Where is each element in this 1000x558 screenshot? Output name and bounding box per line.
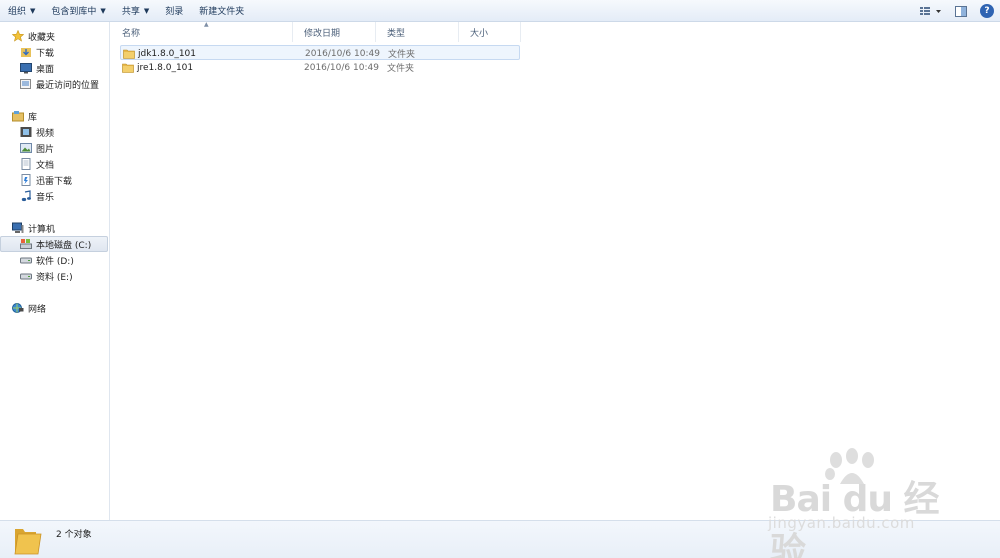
video-library-icon <box>20 126 32 138</box>
column-date-modified[interactable]: 修改日期 <box>293 22 376 42</box>
nav-item-pictures[interactable]: 图片 <box>0 140 54 156</box>
details-view-icon <box>920 7 941 15</box>
nav-item-label: 文档 <box>36 160 55 171</box>
pictures-library-icon <box>20 142 32 154</box>
column-type-label: 类型 <box>387 28 406 39</box>
file-name: jre1.8.0_101 <box>137 62 194 73</box>
nav-item-recent-places[interactable]: 最近访问的位置 <box>0 76 99 92</box>
chevron-down-icon: ▼ <box>30 6 36 15</box>
nav-item-documents[interactable]: 文档 <box>0 156 54 172</box>
nav-item-label: 迅雷下载 <box>36 176 73 187</box>
column-size-label: 大小 <box>470 28 489 39</box>
nav-item-videos[interactable]: 视频 <box>0 124 54 140</box>
nav-item-label: 桌面 <box>36 64 55 75</box>
nav-item-drive-d[interactable]: 软件 (D:) <box>0 252 74 268</box>
nav-item-downloads[interactable]: 下载 <box>0 44 54 60</box>
file-list-pane: ▲ 名称 修改日期 类型 大小 jdk1.8.0_101 2016/10/6 1… <box>111 21 1000 520</box>
library-icon <box>12 110 24 122</box>
thunder-download-icon <box>20 174 32 186</box>
computer-icon <box>12 222 24 234</box>
nav-libraries-label: 库 <box>28 112 38 123</box>
desktop-icon <box>20 62 32 74</box>
file-name: jdk1.8.0_101 <box>138 48 197 59</box>
documents-library-icon <box>20 158 32 170</box>
share-button[interactable]: 共享 ▼ <box>114 0 157 22</box>
new-folder-button[interactable]: 新建文件夹 <box>191 0 252 22</box>
star-icon <box>12 30 24 42</box>
preview-pane-icon <box>955 5 967 17</box>
nav-item-label: 下载 <box>36 48 55 59</box>
chevron-down-icon: ▼ <box>100 6 106 15</box>
details-pane: 2 个对象 <box>0 520 1000 558</box>
item-count: 2 个对象 <box>56 530 92 540</box>
drive-icon <box>20 270 32 282</box>
nav-network-label: 网络 <box>28 304 47 315</box>
nav-item-label: 本地磁盘 (C:) <box>36 240 92 251</box>
column-header: ▲ 名称 修改日期 类型 大小 <box>111 21 521 42</box>
nav-item-label: 资料 (E:) <box>36 272 73 283</box>
nav-computer-label: 计算机 <box>28 224 56 235</box>
file-modified: 2016/10/6 10:49 <box>304 62 379 73</box>
include-in-library-button[interactable]: 包含到库中 ▼ <box>43 0 113 22</box>
preview-pane-button[interactable] <box>946 0 976 22</box>
nav-libraries[interactable]: 库 <box>0 108 37 124</box>
nav-network[interactable]: 网络 <box>0 300 46 316</box>
burn-label: 刻录 <box>165 7 184 17</box>
column-size[interactable]: 大小 <box>459 22 521 42</box>
navigation-pane: 收藏夹 下载 桌面 最近访问的位置 库 视频 图片 文档 迅雷下载 音乐 计算机… <box>0 22 110 520</box>
nav-item-label: 视频 <box>36 128 55 139</box>
new-folder-label: 新建文件夹 <box>199 7 245 17</box>
nav-favorites-label: 收藏夹 <box>28 32 56 43</box>
nav-item-drive-e[interactable]: 资料 (E:) <box>0 268 73 284</box>
column-name-label: 名称 <box>122 28 141 39</box>
file-row-jdk[interactable]: jdk1.8.0_101 2016/10/6 10:49 文件夹 <box>120 45 520 60</box>
organize-label: 组织 <box>8 7 27 17</box>
column-type[interactable]: 类型 <box>376 22 459 42</box>
system-drive-icon <box>20 238 32 250</box>
command-bar: 组织 ▼ 包含到库中 ▼ 共享 ▼ 刻录 新建文件夹 ? <box>0 0 1000 22</box>
organize-button[interactable]: 组织 ▼ <box>0 0 43 22</box>
nav-item-label: 最近访问的位置 <box>36 80 100 91</box>
change-view-button[interactable] <box>916 0 946 22</box>
nav-item-thunder-downloads[interactable]: 迅雷下载 <box>0 172 72 188</box>
chevron-down-icon: ▼ <box>143 6 150 15</box>
share-label: 共享 <box>121 7 140 17</box>
folder-icon <box>122 60 134 75</box>
network-icon <box>12 302 24 314</box>
column-date-modified-label: 修改日期 <box>304 28 341 39</box>
file-type: 文件夹 <box>388 50 416 60</box>
file-type: 文件夹 <box>387 64 415 74</box>
include-library-label: 包含到库中 <box>51 7 97 17</box>
music-library-icon <box>20 190 32 202</box>
nav-item-music[interactable]: 音乐 <box>0 188 54 204</box>
nav-item-label: 软件 (D:) <box>36 256 74 267</box>
recent-places-icon <box>20 78 32 90</box>
nav-item-local-disk-c[interactable]: 本地磁盘 (C:) <box>0 236 108 252</box>
download-folder-icon <box>20 46 32 58</box>
drive-icon <box>20 254 32 266</box>
file-row-jre[interactable]: jre1.8.0_101 2016/10/6 10:49 文件夹 <box>120 60 520 75</box>
nav-item-desktop[interactable]: 桌面 <box>0 60 54 76</box>
help-icon: ? <box>984 6 990 16</box>
folder-icon <box>123 46 135 61</box>
large-folder-icon <box>14 528 42 554</box>
column-name[interactable]: 名称 <box>111 22 293 42</box>
file-modified: 2016/10/6 10:49 <box>305 48 380 59</box>
burn-button[interactable]: 刻录 <box>157 0 191 22</box>
nav-item-label: 图片 <box>36 144 55 155</box>
help-button[interactable]: ? <box>980 4 994 18</box>
nav-computer[interactable]: 计算机 <box>0 220 55 236</box>
nav-favorites[interactable]: 收藏夹 <box>0 28 55 44</box>
nav-item-label: 音乐 <box>36 192 55 203</box>
